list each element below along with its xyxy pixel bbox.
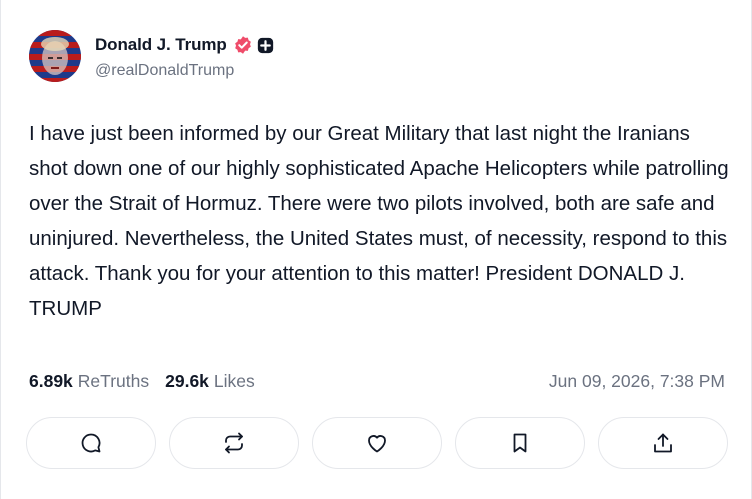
avatar[interactable] (29, 30, 81, 82)
heart-icon (368, 435, 386, 453)
author-handle[interactable]: @realDonaldTrump (95, 62, 274, 80)
comment-icon (81, 433, 101, 453)
post-body-text: I have just been informed by our Great M… (29, 122, 735, 320)
post-stats: 6.89k ReTruths 29.6k Likes Jun 09, 2026,… (29, 371, 725, 392)
action-bar (26, 417, 728, 469)
likes-label[interactable]: Likes (214, 371, 255, 392)
likes-count[interactable]: 29.6k (165, 371, 209, 392)
retruths-label[interactable]: ReTruths (78, 371, 149, 392)
bookmark-button[interactable] (455, 417, 585, 469)
name-row: Donald J. Trump (95, 33, 274, 57)
bookmark-icon (513, 433, 527, 453)
like-button[interactable] (312, 417, 442, 469)
share-icon (654, 433, 672, 453)
verified-badge-icon (234, 36, 251, 54)
author-display-name[interactable]: Donald J. Trump (95, 35, 227, 55)
retruths-count[interactable]: 6.89k (29, 371, 73, 392)
post-header: Donald J. Trump @realDonaldTrump (29, 30, 274, 82)
author-names: Donald J. Trump @realDonaldTrump (95, 33, 274, 80)
repost-icon (225, 432, 243, 454)
retruth-button[interactable] (169, 417, 299, 469)
reply-button[interactable] (26, 417, 156, 469)
post-timestamp[interactable]: Jun 09, 2026, 7:38 PM (549, 371, 725, 392)
plus-badge-icon (257, 37, 273, 53)
share-button[interactable] (598, 417, 728, 469)
post-card: Donald J. Trump @realDonaldTrump I have … (0, 0, 752, 499)
